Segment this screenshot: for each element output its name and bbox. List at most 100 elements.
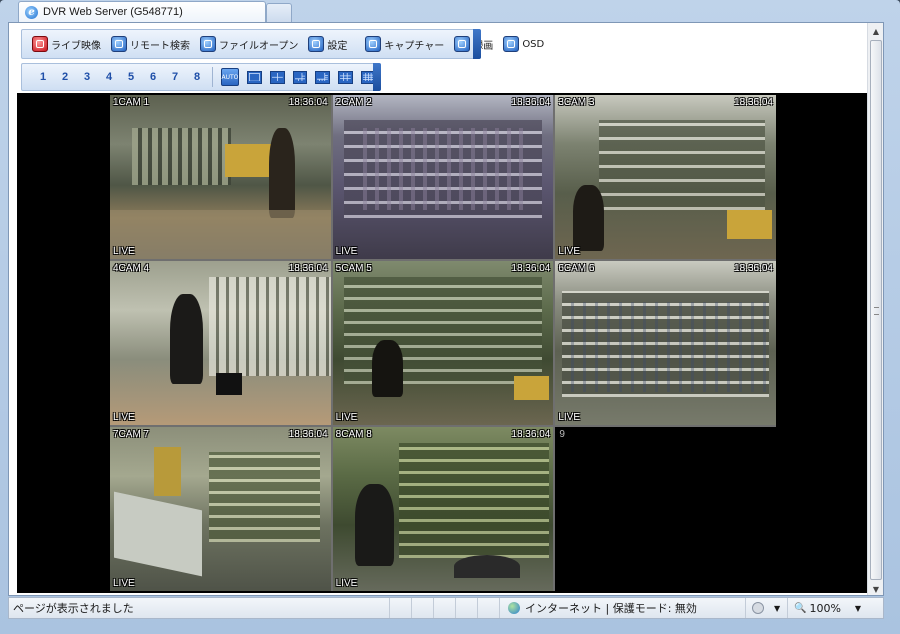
layout-1plus7-button[interactable] bbox=[315, 70, 331, 84]
channel-7-button[interactable]: 7 bbox=[164, 71, 186, 83]
channel-8-button[interactable]: 8 bbox=[186, 71, 208, 83]
camera-tile-2[interactable]: 2CAM 2 18:36:04 LIVE bbox=[332, 95, 554, 259]
camera-timestamp: 18:36:04 bbox=[288, 263, 328, 274]
camera-timestamp: 18:36:04 bbox=[511, 97, 551, 108]
grip-icon bbox=[874, 307, 879, 315]
scroll-up-icon[interactable]: ▲ bbox=[868, 23, 883, 39]
layout-2x2-button[interactable] bbox=[269, 70, 285, 84]
file-open-icon bbox=[200, 36, 216, 52]
channel-1-button[interactable]: 1 bbox=[32, 71, 54, 83]
record-icon bbox=[454, 36, 471, 52]
layout-2x2-icon bbox=[271, 72, 283, 82]
layout-3x3-icon bbox=[340, 72, 352, 82]
file-open-button[interactable]: ファイルオープン bbox=[196, 33, 302, 55]
scrollbar-thumb[interactable] bbox=[870, 40, 882, 580]
main-toolbar: ライブ映像 リモート検索 ファイルオープン 設定 キャプチャー 録画 OSD bbox=[21, 29, 544, 59]
camera-label: 5CAM 5 bbox=[335, 263, 372, 274]
ie-icon: e bbox=[25, 5, 38, 19]
camera-timestamp: 18:36:04 bbox=[511, 263, 551, 274]
camera-slot-number: 9 bbox=[559, 429, 565, 440]
protected-mode-toggle[interactable]: ▼ bbox=[745, 598, 787, 618]
status-cell bbox=[389, 598, 411, 618]
camera-timestamp: 18:36:04 bbox=[734, 97, 773, 108]
layout-1plus7-icon bbox=[317, 72, 329, 82]
zoom-icon: 🔍 bbox=[794, 602, 807, 614]
status-message: ページが表示されました bbox=[13, 602, 134, 615]
channel-2-button[interactable]: 2 bbox=[54, 71, 76, 83]
layout-3x3-button[interactable] bbox=[338, 70, 354, 84]
tab-dvr-web-server[interactable]: e DVR Web Server (G548771) bbox=[18, 1, 266, 22]
camera-status: LIVE bbox=[558, 246, 581, 257]
vertical-scrollbar[interactable]: ▲ ▼ bbox=[867, 23, 883, 595]
settings-label: 設定 bbox=[327, 40, 348, 52]
camera-feed-4 bbox=[110, 261, 331, 425]
camera-feed-2 bbox=[332, 95, 554, 259]
camera-timestamp: 18:36:04 bbox=[288, 97, 328, 108]
live-video-button[interactable]: ライブ映像 bbox=[28, 33, 105, 55]
channel-4-button[interactable]: 4 bbox=[98, 71, 120, 83]
status-cell bbox=[455, 598, 477, 618]
camera-status: LIVE bbox=[335, 412, 358, 423]
file-open-label: ファイルオープン bbox=[219, 40, 299, 52]
camera-grid: 1CAM 1 18:36:04 LIVE 2CAM 2 18:36:04 LIV… bbox=[110, 95, 776, 591]
zoom-control[interactable]: 🔍 100% ▼ bbox=[787, 598, 883, 618]
camera-timestamp: 18:36:04 bbox=[288, 429, 328, 440]
capture-icon bbox=[365, 36, 382, 52]
new-tab-button[interactable] bbox=[266, 3, 292, 22]
camera-tile-9-empty[interactable]: 9 bbox=[555, 427, 776, 591]
camera-label: 8CAM 8 bbox=[335, 429, 372, 440]
osd-button[interactable]: OSD bbox=[499, 33, 548, 55]
protected-mode-icon bbox=[752, 602, 764, 614]
settings-button[interactable]: 設定 bbox=[304, 33, 351, 55]
layout-1plus5-button[interactable] bbox=[292, 70, 308, 84]
remote-search-label: リモート検索 bbox=[130, 40, 190, 52]
browser-window: e DVR Web Server (G548771) ライブ映像 リモート検索 … bbox=[0, 0, 900, 634]
capture-label: キャプチャー bbox=[384, 40, 445, 52]
camera-status: LIVE bbox=[113, 412, 135, 423]
channel-3-button[interactable]: 3 bbox=[76, 71, 98, 83]
auto-sequence-button[interactable]: AUTO bbox=[220, 68, 239, 86]
channel-5-button[interactable]: 5 bbox=[120, 71, 142, 83]
osd-label: OSD bbox=[522, 38, 545, 50]
camera-label: 2CAM 2 bbox=[335, 97, 372, 108]
camera-label: 6CAM 6 bbox=[558, 263, 595, 274]
video-display-area: 1CAM 1 18:36:04 LIVE 2CAM 2 18:36:04 LIV… bbox=[17, 93, 870, 593]
camera-label: 3CAM 3 bbox=[558, 97, 595, 108]
settings-icon bbox=[308, 36, 325, 52]
camera-tile-5[interactable]: 5CAM 5 18:36:04 LIVE bbox=[332, 261, 554, 425]
auto-sequence-icon: AUTO bbox=[221, 73, 239, 81]
camera-timestamp: 18:36:04 bbox=[511, 429, 551, 440]
security-zone[interactable]: インターネット | 保護モード: 無効 bbox=[499, 598, 745, 618]
status-cell bbox=[411, 598, 433, 618]
camera-tile-8[interactable]: 8CAM 8 18:36:04 LIVE bbox=[332, 427, 554, 591]
tab-strip: e DVR Web Server (G548771) bbox=[8, 0, 892, 22]
camera-tile-7[interactable]: 7CAM 7 18:36:04 LIVE bbox=[110, 427, 331, 591]
remote-search-button[interactable]: リモート検索 bbox=[107, 33, 194, 55]
tab-title: DVR Web Server (G548771) bbox=[43, 6, 183, 18]
scroll-down-icon[interactable]: ▼ bbox=[868, 581, 883, 595]
live-video-icon bbox=[32, 36, 48, 52]
camera-tile-6[interactable]: 6CAM 6 18:36:04 LIVE bbox=[555, 261, 776, 425]
live-video-label: ライブ映像 bbox=[51, 40, 101, 52]
channel-6-button[interactable]: 6 bbox=[142, 71, 164, 83]
channel-toolbar: 1 2 3 4 5 6 7 8 AUTO bbox=[21, 63, 381, 91]
camera-tile-3[interactable]: 3CAM 3 18:36:04 LIVE bbox=[555, 95, 776, 259]
camera-tile-4[interactable]: 4CAM 4 18:36:04 LIVE bbox=[110, 261, 331, 425]
camera-status: LIVE bbox=[558, 412, 581, 423]
camera-feed-6 bbox=[555, 261, 776, 425]
camera-label: 7CAM 7 bbox=[113, 429, 150, 440]
camera-feed-5 bbox=[332, 261, 554, 425]
camera-tile-1[interactable]: 1CAM 1 18:36:04 LIVE bbox=[110, 95, 331, 259]
layout-1x1-button[interactable] bbox=[246, 70, 262, 84]
camera-feed-7 bbox=[110, 427, 331, 591]
status-cell bbox=[433, 598, 455, 618]
security-zone-label: インターネット | 保護モード: 無効 bbox=[525, 602, 697, 615]
camera-status: LIVE bbox=[335, 246, 358, 257]
camera-label: 4CAM 4 bbox=[113, 263, 150, 274]
toolbar-end-cap bbox=[373, 63, 381, 91]
remote-search-icon bbox=[111, 36, 127, 52]
status-cell bbox=[477, 598, 499, 618]
camera-status: LIVE bbox=[113, 578, 135, 589]
capture-button[interactable]: キャプチャー bbox=[361, 33, 448, 55]
layout-1x1-icon bbox=[248, 72, 260, 82]
